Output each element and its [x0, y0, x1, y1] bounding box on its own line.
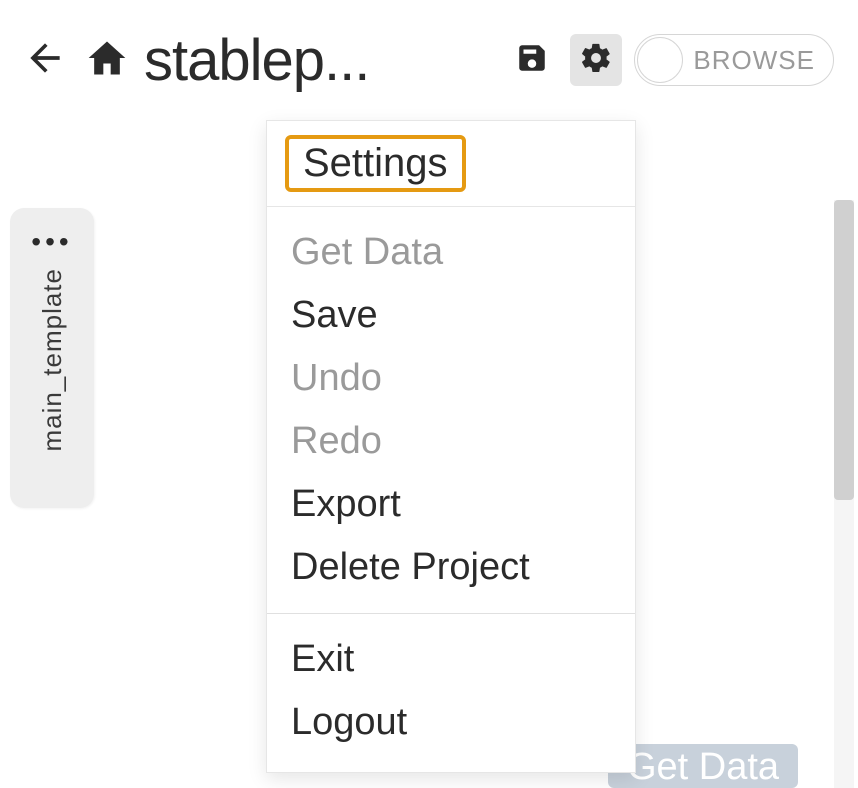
get-data-button[interactable]: Get Data	[608, 744, 798, 788]
back-button[interactable]	[20, 35, 70, 85]
sidebar-template-tab[interactable]: ••• main_template	[10, 208, 94, 508]
home-button[interactable]	[82, 35, 132, 85]
save-icon	[515, 41, 549, 80]
menu-item-export[interactable]: Export	[267, 473, 635, 536]
arrow-left-icon	[23, 36, 67, 85]
settings-menu-header: Settings	[267, 121, 635, 207]
menu-item-delete-project[interactable]: Delete Project	[267, 536, 635, 599]
menu-item-label: Undo	[291, 357, 382, 399]
menu-item-redo: Redo	[267, 410, 635, 473]
header-bar: stablep... BROWSE	[0, 0, 858, 120]
menu-item-label: Save	[291, 294, 378, 336]
gear-icon	[579, 41, 613, 80]
settings-button[interactable]	[570, 34, 622, 86]
sidebar-tab-label: main_template	[37, 268, 68, 452]
menu-item-label: Exit	[291, 638, 354, 680]
menu-item-label: Redo	[291, 420, 382, 462]
settings-menu-body: Get Data Save Undo Redo Export Delete Pr…	[267, 207, 635, 772]
more-icon: •••	[31, 228, 72, 256]
menu-item-label: Get Data	[291, 231, 443, 273]
browse-toggle-label: BROWSE	[693, 45, 815, 76]
toggle-knob	[637, 37, 683, 83]
project-title: stablep...	[144, 27, 369, 94]
settings-menu: Settings Get Data Save Undo Redo Export …	[266, 120, 636, 773]
menu-separator	[267, 613, 635, 614]
menu-item-label: Export	[291, 483, 401, 525]
home-icon	[85, 36, 129, 85]
menu-item-label: Logout	[291, 701, 407, 743]
settings-menu-title[interactable]: Settings	[285, 135, 466, 192]
menu-item-save[interactable]: Save	[267, 284, 635, 347]
menu-item-undo: Undo	[267, 347, 635, 410]
header-right-controls: BROWSE	[506, 34, 834, 86]
menu-item-logout[interactable]: Logout	[267, 691, 635, 754]
get-data-button-label: Get Data	[627, 746, 779, 788]
menu-item-get-data: Get Data	[267, 221, 635, 284]
menu-item-label: Delete Project	[291, 546, 530, 588]
browse-toggle[interactable]: BROWSE	[634, 34, 834, 86]
save-button[interactable]	[506, 34, 558, 86]
menu-item-exit[interactable]: Exit	[267, 628, 635, 691]
scrollbar-thumb[interactable]	[834, 200, 854, 500]
